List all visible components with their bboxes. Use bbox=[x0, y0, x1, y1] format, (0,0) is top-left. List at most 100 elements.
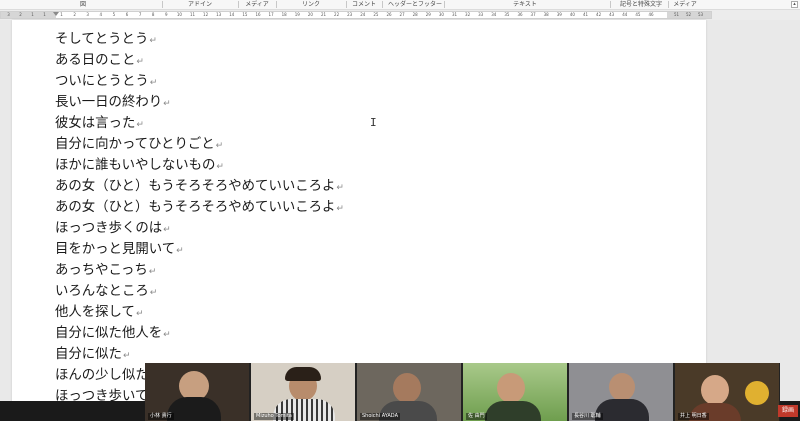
document-line[interactable]: ほっつき歩くのは↵ bbox=[55, 218, 344, 239]
horizontal-ruler-area: 3 2 1 1 1 2 3 4 5 6 7 8 9 10 11 12 13 14 15 16 17 18 19 20 21 22 2… bbox=[0, 10, 800, 20]
ruler-tick-label: 21 bbox=[320, 12, 327, 17]
ruler-tick-label: 10 bbox=[176, 12, 182, 17]
ruler-tick-label: 52 bbox=[685, 12, 692, 17]
paragraph-mark-icon: ↵ bbox=[163, 99, 171, 109]
document-page[interactable]: そしてとうとう↵ ある日のこと↵ ついにとうとう↵ 長い一日の終わり↵ 彼女は言った↵ 自… bbox=[12, 20, 706, 421]
paragraph-mark-icon: ↵ bbox=[336, 183, 344, 193]
document-line[interactable]: あの女（ひと）もうそろそろやめていいころよ↵ bbox=[55, 176, 344, 197]
participant-tile[interactable]: Mizuho Tomita bbox=[251, 363, 355, 421]
horizontal-ruler[interactable]: 3 2 1 1 1 2 3 4 5 6 7 8 9 10 11 12 13 14 15 16 17 18 19 20 21 22 2… bbox=[0, 11, 712, 19]
paragraph-mark-icon: ↵ bbox=[122, 351, 131, 361]
ribbon-group-header-footer: ヘッダーとフッター bbox=[387, 1, 442, 8]
participant-body bbox=[595, 399, 649, 421]
ruler-tick-label: 11 bbox=[189, 12, 196, 17]
ribbon-scroll-icon[interactable]: ▴ bbox=[791, 1, 798, 8]
ribbon-separator bbox=[276, 1, 277, 8]
ribbon-separator bbox=[162, 1, 163, 8]
participant-face bbox=[609, 373, 635, 401]
text-cursor-icon: I bbox=[370, 116, 377, 129]
participant-face bbox=[701, 375, 729, 405]
document-line-text: あっちやこっち bbox=[55, 263, 148, 278]
ruler-tick-label: 39 bbox=[556, 12, 562, 17]
ruler-tick-label: 28 bbox=[412, 12, 418, 17]
document-line[interactable]: 自分に似た↵ bbox=[55, 344, 344, 365]
ruler-tick-label: 8 bbox=[151, 12, 155, 17]
ribbon-separator bbox=[444, 1, 445, 8]
paragraph-mark-icon: ↵ bbox=[215, 141, 224, 151]
ruler-tick-label: 1 bbox=[31, 12, 34, 17]
participant-tile[interactable]: 井上 明日香 bbox=[675, 363, 779, 421]
ribbon-group-link: リンク bbox=[301, 1, 320, 8]
paragraph-mark-icon: ↵ bbox=[216, 162, 224, 172]
participant-tile[interactable]: 佐 由門 bbox=[463, 363, 567, 421]
ruler-tick-label: 43 bbox=[609, 12, 615, 17]
ruler-tick-label: 9 bbox=[165, 12, 168, 17]
document-line[interactable]: 彼女は言った↵ bbox=[55, 113, 344, 134]
participant-name: 井上 明日香 bbox=[678, 413, 709, 420]
document-line[interactable]: 目をかっと見開いて↵ bbox=[55, 239, 344, 260]
document-line[interactable]: いろんなところ↵ bbox=[55, 281, 344, 302]
ruler-tick-label: 1 bbox=[60, 12, 63, 17]
ribbon-group-symbols: 記号と特殊文字 bbox=[619, 1, 662, 8]
ruler-tick-label: 14 bbox=[229, 12, 235, 17]
document-line[interactable]: 他人を探して↵ bbox=[55, 302, 344, 323]
participant-face bbox=[497, 373, 525, 403]
document-line-text: ついにとうとう bbox=[55, 74, 149, 89]
ruler-tick-label: 25 bbox=[373, 12, 379, 17]
ruler-tick-label: 5 bbox=[112, 12, 116, 17]
participant-name: Shoichi AYADA bbox=[360, 413, 400, 420]
ruler-tick-label: 32 bbox=[465, 12, 471, 17]
ribbon-group-media: メディア bbox=[245, 1, 269, 8]
document-line[interactable]: 自分に似た他人を↵ bbox=[55, 323, 344, 344]
document-line[interactable]: ある日のこと↵ bbox=[55, 50, 344, 71]
document-line[interactable]: ついにとうとう↵ bbox=[55, 71, 344, 92]
ruler-tick-label: 15 bbox=[242, 12, 248, 17]
document-line-text: 自分に似た bbox=[55, 347, 122, 362]
ribbon-group-labels: 図 アドイン メディア リンク コメント ヘッダーとフッター テキスト 記号と特… bbox=[0, 0, 800, 10]
ruler-tick-label: 17 bbox=[268, 12, 274, 17]
document-line-text: いろんなところ bbox=[55, 284, 149, 299]
video-participant-strip: 小林 貴行 Mizuho Tomita Shoichi AYADA 佐 由門 長… bbox=[145, 363, 780, 421]
paragraph-mark-icon: ↵ bbox=[136, 57, 144, 67]
document-line-text: あの女（ひと）もうそろそろやめていいころよ bbox=[55, 179, 336, 194]
ribbon-separator bbox=[382, 1, 383, 8]
participant-face bbox=[393, 373, 421, 403]
recording-badge: 録画 bbox=[778, 405, 798, 417]
ruler-tick-label: 31 bbox=[451, 12, 458, 17]
document-line[interactable]: あの女（ひと）もうそろそろやめていいころよ↵ bbox=[55, 197, 344, 218]
document-line-text: あの女（ひと）もうそろそろやめていいころよ bbox=[55, 200, 336, 215]
participant-tile[interactable]: 長谷川 聡輔 bbox=[569, 363, 673, 421]
paragraph-mark-icon: ↵ bbox=[176, 246, 184, 256]
paragraph-mark-icon: ↵ bbox=[135, 309, 144, 319]
document-line[interactable]: あっちやこっち↵ bbox=[55, 260, 344, 281]
document-line-text: 目をかっと見開いて bbox=[55, 242, 176, 257]
ruler-tick-label: 45 bbox=[635, 12, 641, 17]
participant-tile[interactable]: Shoichi AYADA bbox=[357, 363, 461, 421]
document-line[interactable]: ほかに誰もいやしないもの↵ bbox=[55, 155, 344, 176]
document-line-text: ほんの少し似た bbox=[55, 368, 149, 383]
ribbon-group-addin: アドイン bbox=[187, 1, 212, 8]
ruler-tick-label: 1 bbox=[43, 12, 46, 17]
ruler-tick-label: 7 bbox=[138, 12, 142, 17]
ruler-tick-label: 12 bbox=[203, 12, 209, 17]
ribbon-separator bbox=[346, 1, 347, 8]
document-line[interactable]: 長い一日の終わり↵ bbox=[55, 92, 344, 113]
ruler-tick-label: 18 bbox=[281, 12, 287, 17]
ruler-tick-label: 41 bbox=[582, 12, 589, 17]
paragraph-mark-icon: ↵ bbox=[163, 225, 171, 235]
document-line-text: ほっつき歩くのは bbox=[55, 221, 163, 236]
document-line-text: 自分に似た他人を bbox=[55, 326, 163, 341]
participant-tile[interactable]: 小林 貴行 bbox=[145, 363, 249, 421]
ribbon-group-text: テキスト bbox=[513, 1, 537, 8]
ruler-tick-label: 3 bbox=[7, 12, 10, 17]
document-body[interactable]: そしてとうとう↵ ある日のこと↵ ついにとうとう↵ 長い一日の終わり↵ 彼女は言った↵ 自… bbox=[55, 29, 344, 407]
ruler-tick-label: 38 bbox=[543, 12, 549, 17]
participant-body bbox=[167, 397, 221, 421]
document-line[interactable]: そしてとうとう↵ bbox=[55, 29, 344, 50]
paragraph-mark-icon: ↵ bbox=[149, 78, 158, 88]
ruler-tick-label: 2 bbox=[19, 12, 22, 17]
participant-body bbox=[485, 401, 541, 421]
sunflower-decoration bbox=[745, 381, 769, 405]
document-line[interactable]: 自分に向かってひとりごと↵ bbox=[55, 134, 344, 155]
ruler-tick-label: 13 bbox=[216, 12, 222, 17]
